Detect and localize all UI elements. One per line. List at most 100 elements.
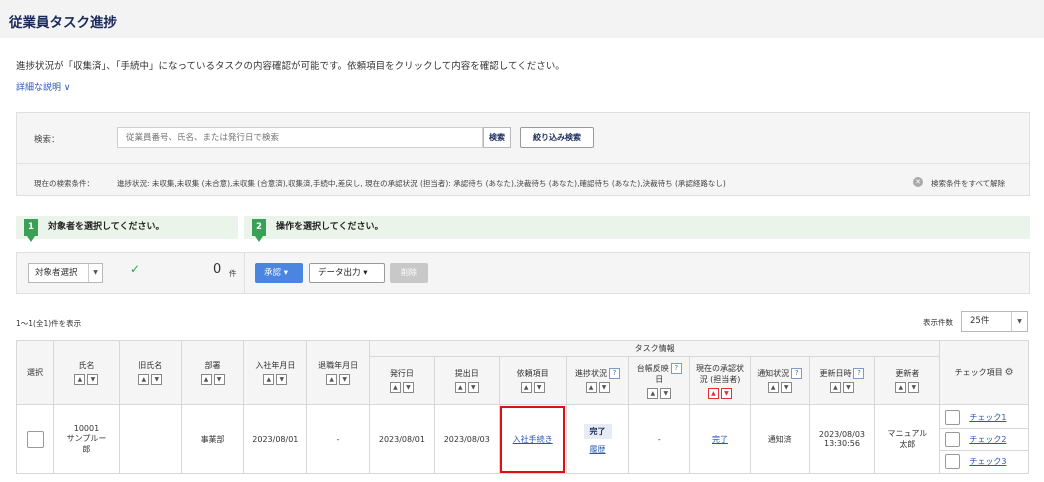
help-icon[interactable]: ? — [791, 368, 803, 379]
header-submit-date[interactable]: 提出日 ▲ ▼ — [433, 356, 500, 405]
check-item-checkbox[interactable] — [945, 432, 961, 447]
header-submit-date-label: 提出日 — [454, 369, 479, 378]
select-target-dropdown[interactable]: 対象者選択 ▼ — [28, 263, 103, 283]
header-ledger-label: 台帳反映 — [636, 363, 669, 373]
data-export-button[interactable]: データ出力 ▾ — [309, 263, 385, 283]
sort-controls[interactable]: ▲ ▼ — [894, 382, 920, 393]
header-check-items-label: チェック項目 — [954, 368, 1003, 377]
header-approval[interactable]: 現在の承認状況 (担当者) ▲ ▼ — [689, 356, 751, 405]
history-link[interactable]: 履歴 — [590, 445, 606, 454]
help-icon[interactable]: ? — [853, 368, 865, 379]
delete-button[interactable]: 削除 — [390, 263, 428, 283]
header-request-item[interactable]: 依頼項目 ▲ ▼ — [498, 356, 567, 405]
sort-desc-icon[interactable]: ▼ — [402, 382, 414, 393]
per-page-select[interactable]: 25件 ▼ — [961, 311, 1028, 332]
header-name[interactable]: 氏名 ▲ ▼ — [53, 340, 120, 405]
header-updater[interactable]: 更新者 ▲ ▼ — [874, 356, 941, 405]
sort-controls[interactable]: ▲ ▼ — [585, 382, 611, 393]
check-item-link[interactable]: チェック1 — [969, 412, 1006, 423]
header-old-name-label: 旧氏名 — [138, 361, 163, 370]
row-checkbox[interactable] — [26, 430, 44, 448]
sort-controls[interactable]: ▲ ▼ — [262, 374, 288, 385]
search-button[interactable]: 検索 — [483, 127, 511, 148]
sort-desc-icon[interactable]: ▼ — [213, 374, 225, 385]
header-leave-date[interactable]: 退職年月日 ▲ ▼ — [306, 340, 371, 405]
sort-asc-icon[interactable]: ▲ — [829, 382, 841, 393]
search-input[interactable] — [117, 127, 483, 148]
sort-controls[interactable]: ▲ ▼ — [389, 382, 415, 393]
sort-controls[interactable]: ▲ ▼ — [707, 387, 733, 399]
updated-time: 13:30:56 — [824, 439, 860, 448]
sort-asc-icon[interactable]: ▲ — [389, 382, 401, 393]
sort-desc-icon[interactable]: ▼ — [151, 374, 163, 385]
header-updated-at[interactable]: 更新日時? ▲ ▼ — [808, 356, 876, 405]
sort-desc-icon[interactable]: ▼ — [660, 387, 672, 399]
sort-desc-icon[interactable]: ▼ — [87, 374, 99, 385]
header-ledger[interactable]: 台帳反映? 日 ▲ ▼ — [628, 356, 691, 405]
sort-controls[interactable]: ▲ ▼ — [137, 374, 163, 385]
chevron-down-icon: ▼ — [1011, 312, 1027, 331]
header-old-name[interactable]: 旧氏名 ▲ ▼ — [118, 340, 182, 405]
filter-search-button[interactable]: 絞り込み検索 — [520, 127, 594, 148]
header-issue-date[interactable]: 発行日 ▲ ▼ — [369, 356, 435, 405]
check-item-checkbox[interactable] — [945, 454, 961, 469]
check-item-checkbox[interactable] — [945, 409, 961, 425]
sort-desc-icon[interactable]: ▼ — [533, 382, 545, 393]
sort-asc-icon[interactable]: ▲ — [454, 382, 466, 393]
sort-controls[interactable]: ▲ ▼ — [767, 382, 793, 393]
header-notify[interactable]: 通知状況? ▲ ▼ — [749, 356, 810, 405]
issue-date-cell: 2023/08/01 — [369, 404, 435, 474]
header-request-item-label: 依頼項目 — [516, 369, 549, 378]
sort-controls[interactable]: ▲ ▼ — [325, 374, 351, 385]
sort-asc-icon[interactable]: ▲ — [585, 382, 597, 393]
sort-desc-icon[interactable]: ▼ — [908, 382, 920, 393]
sort-controls[interactable]: ▲ ▼ — [73, 374, 99, 385]
sort-desc-icon[interactable]: ▼ — [339, 374, 351, 385]
sort-asc-icon[interactable]: ▲ — [74, 374, 86, 385]
count-unit: 件 — [229, 269, 237, 278]
header-updated-at-label: 更新日時 — [819, 369, 852, 378]
sort-desc-icon[interactable]: ▼ — [842, 382, 854, 393]
request-item-link[interactable]: 入社手続き — [513, 435, 553, 444]
sort-asc-icon[interactable]: ▲ — [767, 382, 779, 393]
sort-controls[interactable]: ▲ ▼ — [454, 382, 480, 393]
sort-controls[interactable]: ▲ ▼ — [829, 382, 855, 393]
check-item-link[interactable]: チェック2 — [969, 434, 1006, 445]
header-progress[interactable]: 進捗状況? ▲ ▼ — [565, 356, 630, 405]
title-bar: 従業員タスク進捗 — [0, 0, 1044, 38]
employee-number: 10001 — [73, 423, 100, 433]
sort-controls[interactable]: ▲ ▼ — [520, 382, 546, 393]
check-item-link[interactable]: チェック3 — [969, 456, 1006, 467]
sort-desc-icon[interactable]: ▼ — [467, 382, 479, 393]
sort-asc-icon[interactable]: ▲ — [520, 382, 532, 393]
sort-desc-icon[interactable]: ▼ — [276, 374, 288, 385]
sort-desc-icon[interactable]: ▼ — [598, 382, 610, 393]
sort-asc-icon[interactable]: ▲ — [138, 374, 150, 385]
approval-link[interactable]: 完了 — [712, 435, 728, 444]
sort-desc-icon[interactable]: ▼ — [780, 382, 792, 393]
sort-asc-icon[interactable]: ▲ — [326, 374, 338, 385]
select-target-label: 対象者選択 — [35, 268, 78, 278]
sort-asc-icon[interactable]: ▲ — [200, 374, 212, 385]
step-text: 操作を選択してください。 — [276, 222, 384, 232]
details-link[interactable]: 詳細な説明 ∨ — [16, 80, 70, 93]
page-description: 進捗状況が「収集済」、「手続中」になっているタスクの内容確認が可能です。依頼項目… — [16, 61, 565, 72]
approval-cell: 完了 — [689, 404, 751, 474]
help-icon[interactable]: ? — [609, 368, 620, 379]
approve-button[interactable]: 承認 ▾ — [255, 263, 303, 283]
clear-icon[interactable]: ✕ — [913, 177, 923, 187]
sort-controls[interactable]: ▲ ▼ — [646, 387, 672, 399]
clear-all-conditions[interactable]: 検索条件をすべて解除 — [931, 178, 1005, 189]
sort-desc-icon[interactable]: ▼ — [720, 387, 732, 399]
gear-icon[interactable]: ⚙ — [1005, 367, 1014, 378]
sort-asc-icon[interactable]: ▲ — [647, 387, 659, 399]
sort-asc-icon[interactable]: ▲ — [707, 387, 719, 399]
sort-asc-icon[interactable]: ▲ — [895, 382, 907, 393]
header-join-date[interactable]: 入社年月日 ▲ ▼ — [243, 340, 308, 405]
sort-asc-icon[interactable]: ▲ — [263, 374, 275, 385]
sort-controls[interactable]: ▲ ▼ — [200, 374, 226, 385]
request-item-cell: 入社手続き — [498, 404, 567, 474]
header-dept[interactable]: 部署 ▲ ▼ — [180, 340, 245, 405]
help-icon[interactable]: ? — [670, 362, 682, 374]
step-2: 2 操作を選択してください。 — [244, 216, 1030, 242]
